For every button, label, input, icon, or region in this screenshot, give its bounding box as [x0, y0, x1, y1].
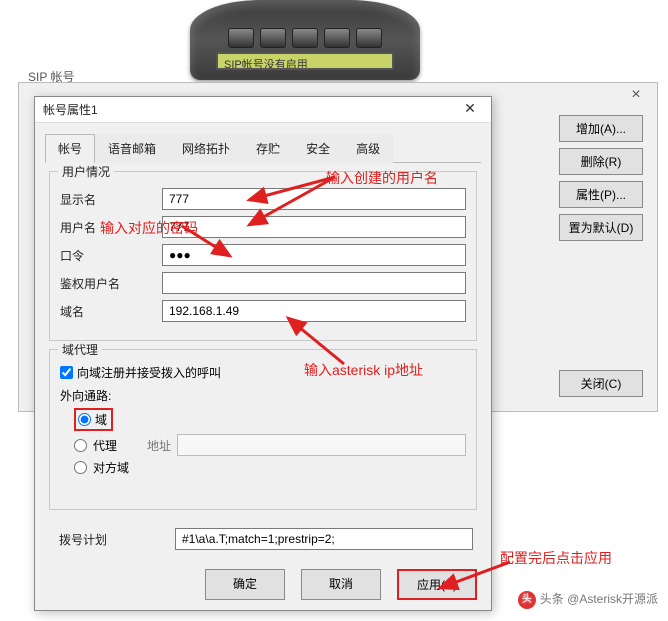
apply-button[interactable]: 应用(A) [397, 569, 477, 600]
ok-button[interactable]: 确定 [205, 569, 285, 600]
watermark-avatar-icon: 头 [518, 591, 536, 609]
softphone-device: SIP帐号没有启用 [190, 0, 420, 80]
tab-strip: 帐号 语音邮箱 网络拓扑 存贮 安全 高级 [45, 133, 481, 163]
phone-lcd-text: SIP帐号没有启用 [216, 52, 394, 70]
tab-topology[interactable]: 网络拓扑 [169, 134, 243, 163]
label-domain: 域名 [60, 303, 156, 320]
phone-button [324, 28, 350, 48]
phone-button [260, 28, 286, 48]
radio-proxy[interactable] [74, 439, 87, 452]
annotation-username: 输入创建的用户名 [326, 168, 438, 188]
auth-user-field[interactable] [162, 272, 466, 294]
watermark: 头头条 @Asterisk开源派 [518, 590, 658, 609]
address-label: 地址 [147, 437, 171, 454]
group-user-info: 用户情况 显示名 用户名 口令 鉴权用户名 域名 [49, 171, 477, 341]
password-field[interactable] [162, 244, 466, 266]
register-checkbox[interactable] [60, 366, 73, 379]
phone-button [356, 28, 382, 48]
group-proxy-title: 域代理 [58, 341, 102, 358]
phone-button-row [190, 28, 420, 48]
phone-button [228, 28, 254, 48]
label-dial-plan: 拨号计划 [59, 531, 169, 548]
tab-security[interactable]: 安全 [293, 134, 343, 163]
phone-button [292, 28, 318, 48]
side-button-panel: 增加(A)... 删除(R) 属性(P)... 置为默认(D) [559, 115, 643, 241]
radio-peer-domain-label: 对方域 [93, 459, 129, 476]
tab-advanced[interactable]: 高级 [343, 134, 393, 163]
annotation-ip: 输入asterisk ip地址 [304, 360, 423, 380]
close-button[interactable]: 关闭(C) [559, 370, 643, 397]
domain-field[interactable] [162, 300, 466, 322]
radio-domain[interactable] [78, 413, 91, 426]
annotation-apply: 配置完后点击应用 [500, 548, 612, 568]
radio-domain-label: 域 [95, 411, 107, 428]
tab-voicemail[interactable]: 语音邮箱 [95, 134, 169, 163]
annotation-password: 输入对应的密码 [100, 218, 198, 238]
properties-button[interactable]: 属性(P)... [559, 181, 643, 208]
tab-storage[interactable]: 存贮 [243, 134, 293, 163]
dial-plan-field[interactable] [175, 528, 473, 550]
outbound-radio-group: 域 代理 地址 对方域 [74, 408, 466, 476]
outbound-routing-label: 外向通路: [60, 387, 466, 404]
radio-peer-domain[interactable] [74, 461, 87, 474]
delete-button[interactable]: 删除(R) [559, 148, 643, 175]
set-default-button[interactable]: 置为默认(D) [559, 214, 643, 241]
display-name-field[interactable] [162, 188, 466, 210]
proxy-address-field [177, 434, 466, 456]
tab-account[interactable]: 帐号 [45, 134, 95, 163]
radio-proxy-label: 代理 [93, 437, 117, 454]
watermark-text: 头条 @Asterisk开源派 [540, 592, 658, 606]
dialog-titlebar: 帐号属性1 ✕ [35, 97, 491, 123]
label-display-name: 显示名 [60, 191, 156, 208]
group-user-title: 用户情况 [58, 163, 114, 180]
close-icon[interactable]: × [615, 83, 657, 109]
label-auth-user: 鉴权用户名 [60, 275, 156, 292]
label-password: 口令 [60, 247, 156, 264]
dialog-title: 帐号属性1 [43, 101, 98, 118]
user-name-field[interactable] [162, 216, 466, 238]
dialog-button-bar: 确定 取消 应用(A) [205, 569, 477, 600]
cancel-button[interactable]: 取消 [301, 569, 381, 600]
radio-domain-highlight: 域 [74, 408, 113, 431]
close-icon[interactable]: ✕ [457, 100, 483, 120]
register-checkbox-label: 向域注册并接受拨入的呼叫 [77, 364, 221, 381]
add-button[interactable]: 增加(A)... [559, 115, 643, 142]
